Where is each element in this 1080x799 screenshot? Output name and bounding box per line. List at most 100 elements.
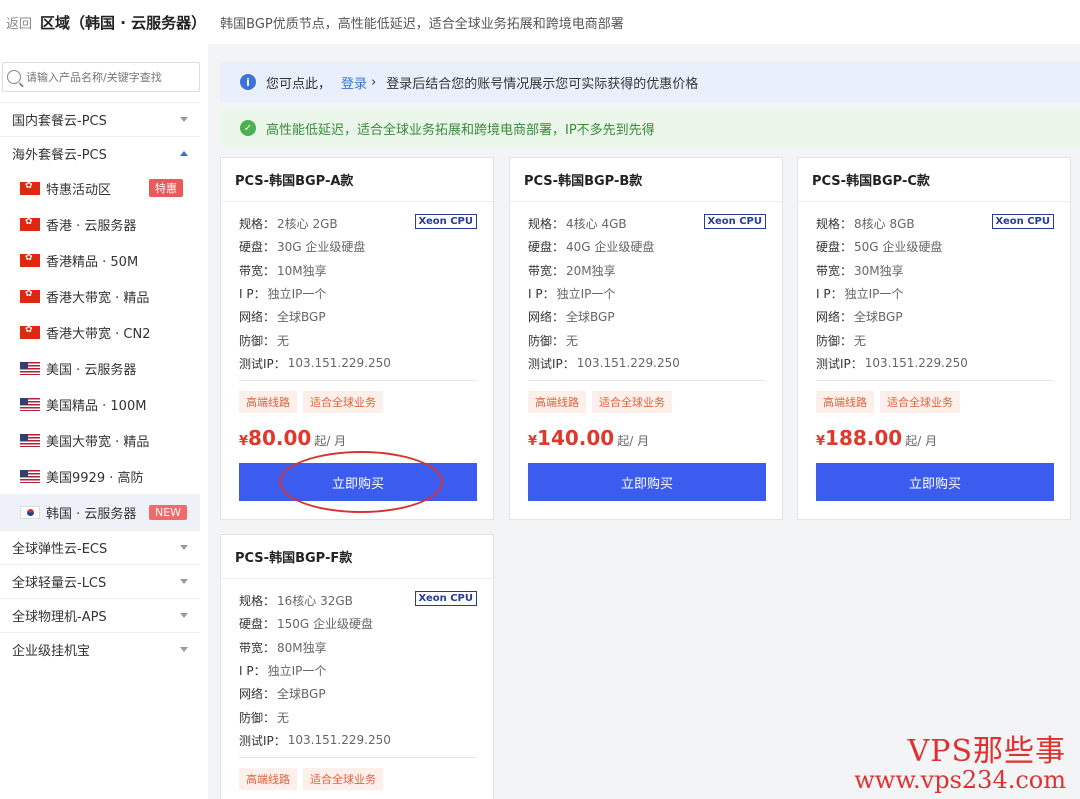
bandwidth-value: 80M独享 [277,640,327,655]
spec-label: 规格： [239,594,276,609]
test-ip-row: 测试IP： 103.151.229.250 [239,729,477,752]
buy-button[interactable]: 立即购买 [239,463,477,501]
chevron-down-icon [180,545,188,550]
test-ip-value: 103.151.229.250 [287,733,391,748]
disk-row: 硬盘： 30G 企业级硬盘 [239,235,477,258]
test-ip-value: 103.151.229.250 [864,356,968,371]
bandwidth-row: 带宽： 10M独享 [239,259,477,282]
sidebar-item-us-bandwidth-premium[interactable]: 美国大带宽 · 精品 [0,422,200,458]
menu-group-label: 全球物理机-APS [12,610,107,625]
notice-suffix: 登录后结合您的账号情况展示您可实际获得的优惠价格 [386,76,699,92]
tag-premium-line: 高端线路 [528,391,586,413]
product-title: PCS-韩国BGP-B款 [510,158,782,202]
ip-label: I P： [239,287,266,302]
sidebar-item-label: 美国9929 · 高防 [46,470,144,486]
buy-button[interactable]: 立即购买 [816,463,1054,501]
menu-group-domestic-pcs[interactable]: 国内套餐云-PCS [0,102,200,136]
network-label: 网络： [816,310,853,325]
price: ¥ 80.00 起/ 月 [239,426,346,450]
sidebar-item-hk-premium-50m[interactable]: 香港精品 · 50M [0,242,200,278]
search-box[interactable] [2,62,200,92]
defense-row: 防御：无 [816,328,1054,351]
currency-symbol: ¥ [239,434,249,449]
price: ¥ 140.00 起/ 月 [528,426,649,450]
test-ip-row: 测试IP： 103.151.229.250 [816,352,1054,375]
price-value: 80.00 [248,426,312,450]
buy-button[interactable]: 立即购买 [528,463,766,501]
ip-row: I P： 独立IP一个 [816,282,1054,305]
hongkong-flag-icon [20,289,40,303]
sidebar-item-special-offer[interactable]: 特惠活动区 特惠 [0,170,200,206]
currency-symbol: ¥ [528,434,538,449]
defense-row: 防御：无 [528,328,766,351]
menu-group-lcs[interactable]: 全球轻量云-LCS [0,564,200,598]
product-card-f: PCS-韩国BGP-F款 Xeon CPU 规格： 16核心 32GB 硬盘： 15… [220,534,494,799]
spec-value: 2核心 2GB [277,217,338,232]
defense-value: 无 [277,710,290,725]
tag-global-business: 适合全球业务 [303,391,383,413]
menu-group-aps[interactable]: 全球物理机-APS [0,598,200,632]
tag-global-business: 适合全球业务 [303,768,383,790]
hongkong-flag-icon [20,217,40,231]
back-link[interactable]: 返回 [6,13,32,32]
sidebar-item-hk-cloud[interactable]: 香港 · 云服务器 [0,206,200,242]
price-unit: 起/ 月 [314,434,347,448]
network-value: 全球BGP [277,687,326,702]
product-title: PCS-韩国BGP-C款 [798,158,1070,202]
defense-row: 防御：无 [239,328,477,351]
login-link[interactable]: 登录 [341,73,367,92]
ip-row: I P： 独立IP一个 [239,282,477,305]
spec-list: Xeon CPU 规格： 8核心 8GB 硬盘： 50G 企业级硬盘 带宽： 30M独… [816,212,1054,375]
bandwidth-row: 带宽： 80M独享 [239,636,477,659]
success-notice: ✓ 高性能低延迟，适合全球业务拓展和跨境电商部署，IP不多先到先得 [220,108,1080,148]
sidebar-item-hk-bandwidth-premium[interactable]: 香港大带宽 · 精品 [0,278,200,314]
special-badge: 特惠 [149,179,183,197]
korea-flag-icon [20,505,40,519]
us-flag-icon [20,397,40,411]
tag-premium-line: 高端线路 [239,768,297,790]
main-content: i 您可点此， 登录 › 登录后结合您的账号情况展示您可实际获得的优惠价格 ✓ … [208,44,1080,799]
price-value: 140.00 [537,426,615,450]
spec-list: Xeon CPU 规格： 2核心 2GB 硬盘： 30G 企业级硬盘 带宽： 10M独… [239,212,477,375]
sidebar-item-label: 美国大带宽 · 精品 [46,434,150,450]
network-value: 全球BGP [854,310,903,325]
top-header: 返回 区域（韩国 · 云服务器） 韩国BGP优质节点，高性能低延迟，适合全球业务… [0,0,1080,44]
ip-value: 独立IP一个 [267,287,327,302]
divider [816,380,1054,381]
disk-label: 硬盘： [239,240,276,255]
defense-row: 防御：无 [239,705,477,728]
disk-row: 硬盘： 40G 企业级硬盘 [528,235,766,258]
ip-label: I P： [528,287,555,302]
hongkong-flag-icon [20,325,40,339]
chevron-down-icon [180,613,188,618]
spec-value: 8核心 8GB [854,217,915,232]
sidebar-item-us-premium-100m[interactable]: 美国精品 · 100M [0,386,200,422]
menu-group-overseas-pcs[interactable]: 海外套餐云-PCS [0,136,200,170]
defense-label: 防御： [816,333,853,348]
test-ip-value: 103.151.229.250 [287,356,391,371]
bandwidth-label: 带宽： [239,263,276,278]
network-label: 网络： [239,310,276,325]
ip-label: I P： [239,664,266,679]
menu-group-hosting[interactable]: 企业级挂机宝 [0,632,200,666]
sidebar-item-hk-bandwidth-cn2[interactable]: 香港大带宽 · CN2 [0,314,200,350]
sidebar-item-label: 美国精品 · 100M [46,398,147,414]
tag-premium-line: 高端线路 [239,391,297,413]
sidebar-item-label: 香港 · 云服务器 [46,218,137,234]
sidebar-item-label: 特惠活动区 [46,182,112,198]
sidebar-item-korea-cloud[interactable]: 韩国 · 云服务器 NEW [0,494,200,530]
info-icon: i [240,74,256,90]
sidebar-item-us-cloud[interactable]: 美国 · 云服务器 [0,350,200,386]
test-ip-value: 103.151.229.250 [576,356,680,371]
menu-group-ecs[interactable]: 全球弹性云-ECS [0,530,200,564]
network-value: 全球BGP [566,310,615,325]
sidebar-item-us-9929-defense[interactable]: 美国9929 · 高防 [0,458,200,494]
defense-value: 无 [277,333,290,348]
price-unit: 起/ 月 [905,434,938,448]
network-row: 网络： 全球BGP [239,305,477,328]
defense-label: 防御： [528,333,565,348]
product-card-c: PCS-韩国BGP-C款 Xeon CPU 规格： 8核心 8GB 硬盘： 50G … [797,157,1071,520]
network-label: 网络： [239,687,276,702]
search-input[interactable] [26,70,196,84]
divider [239,380,477,381]
